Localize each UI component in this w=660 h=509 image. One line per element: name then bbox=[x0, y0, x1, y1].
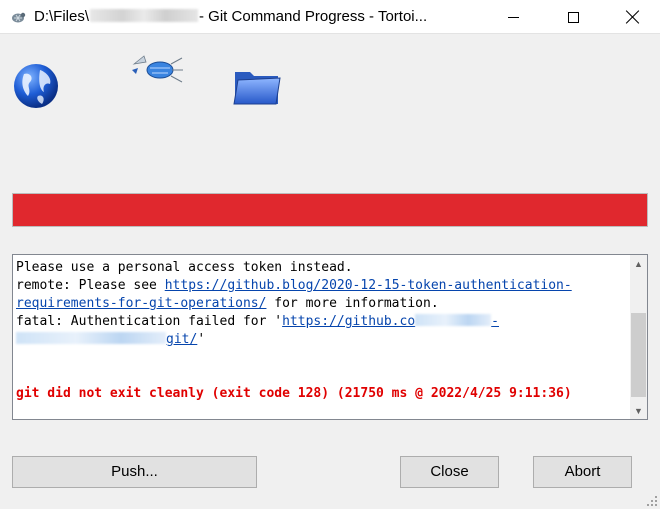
push-button[interactable]: Push... bbox=[12, 456, 257, 488]
log-link[interactable]: https://github.co bbox=[282, 314, 415, 329]
log-link[interactable]: https://github.blog/2020-12-15-token-aut… bbox=[165, 278, 572, 293]
abort-button[interactable]: Abort bbox=[533, 456, 632, 488]
window-title: D:\Files\ - Git Command Progress - Tortoi… bbox=[34, 8, 427, 25]
log-link[interactable]: requirements-for-git-operations/ bbox=[16, 296, 266, 311]
folder-icon bbox=[233, 72, 281, 105]
log-text: fatal: Authentication failed for ' bbox=[16, 314, 283, 329]
log-text: for more information. bbox=[266, 296, 439, 311]
close-button[interactable]: Close bbox=[400, 456, 499, 488]
minimize-button[interactable] bbox=[490, 0, 536, 34]
minimize-icon bbox=[507, 16, 519, 18]
log-link[interactable]: git/ bbox=[166, 332, 197, 347]
maximize-button[interactable] bbox=[550, 0, 596, 34]
log-text: remote: Please see bbox=[16, 278, 165, 293]
window-title-prefix: D:\Files\ bbox=[34, 8, 90, 25]
log-text: ' bbox=[197, 332, 206, 347]
tortoisegit-app-icon bbox=[12, 12, 26, 23]
progress-bar-fill bbox=[13, 194, 647, 226]
vertical-scrollbar[interactable]: ▲ ▼ bbox=[630, 255, 647, 419]
error-message: git did not exit cleanly (exit code 128)… bbox=[16, 386, 572, 401]
output-log[interactable]: Please use a personal access token inste… bbox=[12, 254, 648, 420]
log-line: fatal: Authentication failed for 'https:… bbox=[16, 313, 626, 331]
log-link[interactable]: - bbox=[491, 314, 499, 329]
close-icon bbox=[626, 10, 640, 24]
log-line: git did not exit cleanly (exit code 128)… bbox=[16, 385, 626, 403]
redacted-path bbox=[90, 9, 199, 22]
output-log-text: Please use a personal access token inste… bbox=[16, 259, 626, 403]
maximize-icon bbox=[567, 11, 579, 23]
resize-grip-icon[interactable] bbox=[646, 495, 658, 507]
window-title-suffix: - Git Command Progress - Tortoi... bbox=[199, 8, 428, 25]
scroll-up-arrow-icon[interactable]: ▲ bbox=[630, 255, 647, 272]
log-text: Please use a personal access token inste… bbox=[16, 260, 353, 275]
title-bar: D:\Files\ - Git Command Progress - Tortoi… bbox=[0, 0, 660, 34]
close-window-button[interactable] bbox=[610, 0, 656, 34]
scrollbar-thumb[interactable] bbox=[631, 313, 646, 397]
log-line: Please use a personal access token inste… bbox=[16, 259, 626, 277]
flying-files-icon bbox=[132, 55, 183, 83]
log-line: git/' bbox=[16, 331, 626, 349]
log-line: requirements-for-git-operations/ for mor… bbox=[16, 295, 626, 313]
redacted-text bbox=[16, 332, 166, 344]
globe-icon bbox=[14, 64, 58, 108]
log-line: remote: Please see https://github.blog/2… bbox=[16, 277, 626, 295]
progress-bar bbox=[12, 193, 648, 227]
scroll-down-arrow-icon[interactable]: ▼ bbox=[630, 402, 647, 419]
redacted-text bbox=[415, 314, 492, 326]
